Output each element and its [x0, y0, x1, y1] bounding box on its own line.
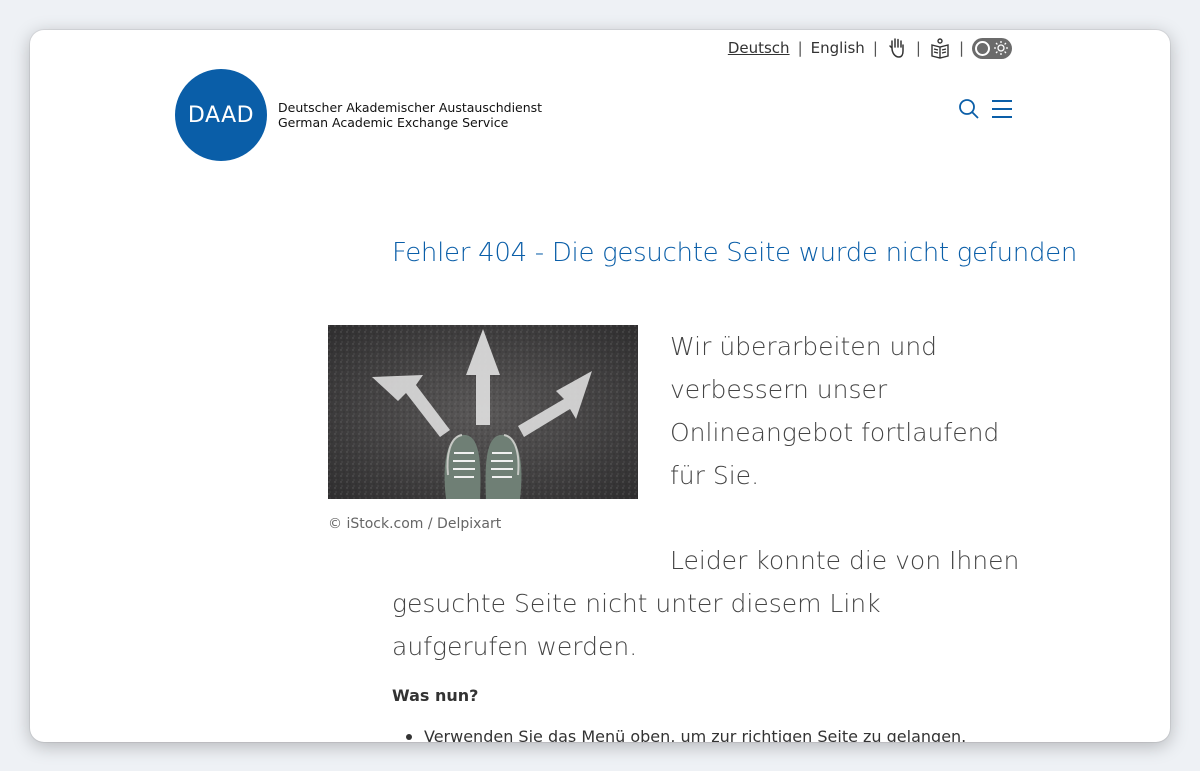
language-deutsch-link[interactable]: Deutsch: [728, 39, 790, 57]
toggle-knob: [975, 40, 990, 56]
image-credit: © iStock.com / Delpixart: [328, 516, 502, 532]
dark-mode-toggle[interactable]: [972, 37, 1012, 60]
header-actions: [958, 98, 1014, 120]
logo-name-en: German Academic Exchange Service: [278, 115, 509, 130]
language-english-link[interactable]: English: [811, 39, 865, 57]
page-title: Fehler 404 - Die gesuchte Seite wurde ni…: [392, 238, 1078, 268]
bullet: [406, 733, 412, 740]
second-paragraph-start: Leider konnte die von Ihnen: [670, 546, 1020, 575]
lead-paragraph: Wir überarbeiten und verbessern unser On…: [670, 332, 1000, 490]
logo-wordmark: Deutscher Akademischer Austauschdienst G…: [278, 100, 542, 130]
book-reader-icon[interactable]: [929, 37, 951, 59]
second-paragraph-rest: gesuchte Seite nicht unter diesem Link a…: [392, 589, 881, 661]
what-now-heading: Was nun?: [392, 686, 479, 705]
arrows-photo: [328, 325, 638, 499]
utility-bar: Deutsch | English | | |: [728, 37, 1012, 59]
daad-logo[interactable]: DAAD Deutscher Akademischer Austauschdie…: [175, 69, 542, 161]
browser-window: Deutsch | English | | | DAAD Deutscher A…: [30, 30, 1170, 742]
menu-icon[interactable]: [990, 98, 1014, 120]
hand-sign-icon[interactable]: [886, 37, 908, 59]
search-icon[interactable]: [958, 98, 980, 120]
list-item-text: Verwenden Sie das Menü oben, um zur rich…: [424, 727, 967, 742]
separator: |: [872, 39, 878, 57]
help-list: Verwenden Sie das Menü oben, um zur rich…: [392, 727, 966, 742]
separator: |: [797, 39, 803, 57]
separator: |: [915, 39, 921, 57]
sun-icon: [993, 40, 1009, 60]
logo-mark: DAAD: [175, 69, 267, 161]
separator: |: [958, 39, 964, 57]
list-item: Verwenden Sie das Menü oben, um zur rich…: [392, 727, 966, 742]
logo-name-de: Deutscher Akademischer Austauschdienst: [278, 100, 543, 115]
